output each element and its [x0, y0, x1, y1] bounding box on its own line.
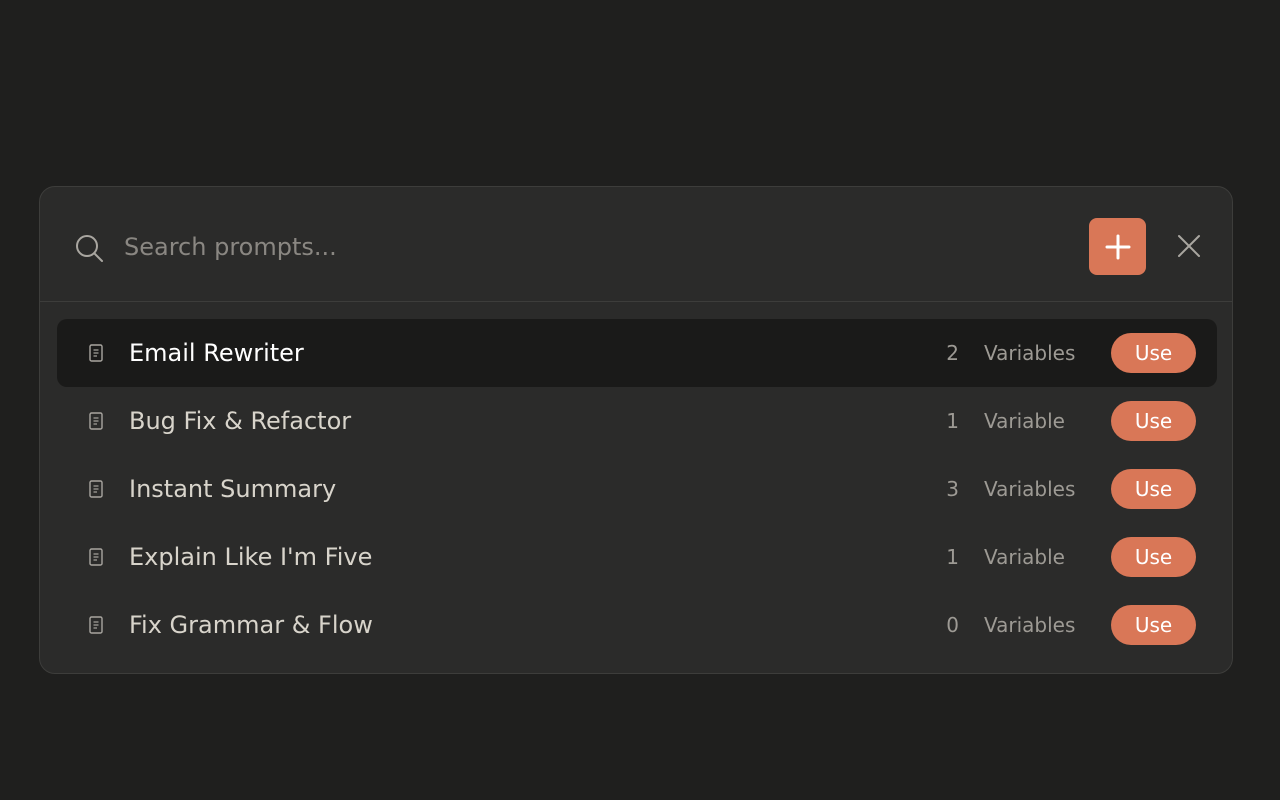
document-icon — [89, 480, 103, 498]
search-input[interactable] — [124, 227, 1024, 267]
prompt-row-email-rewriter[interactable]: Email Rewriter 2 Variables Use — [57, 319, 1217, 387]
search-bar — [40, 187, 1232, 302]
prompt-row-bug-fix-refactor[interactable]: Bug Fix & Refactor 1 Variable Use — [57, 387, 1217, 455]
variable-count: 2 — [946, 341, 959, 365]
add-prompt-button[interactable] — [1089, 218, 1146, 275]
document-icon — [89, 616, 103, 634]
variable-count: 1 — [946, 545, 959, 569]
prompt-list: Email Rewriter 2 Variables Use Bug Fix &… — [57, 319, 1217, 659]
close-button[interactable] — [1174, 231, 1204, 261]
prompt-title: Bug Fix & Refactor — [129, 407, 352, 435]
use-button[interactable]: Use — [1111, 469, 1196, 509]
prompt-title: Instant Summary — [129, 475, 337, 503]
prompt-palette: Email Rewriter 2 Variables Use Bug Fix &… — [39, 186, 1233, 674]
use-button[interactable]: Use — [1111, 537, 1196, 577]
document-icon — [89, 548, 103, 566]
prompt-title: Explain Like I'm Five — [129, 543, 373, 571]
prompt-row-explain-like-im-five[interactable]: Explain Like I'm Five 1 Variable Use — [57, 523, 1217, 591]
prompt-row-instant-summary[interactable]: Instant Summary 3 Variables Use — [57, 455, 1217, 523]
use-button[interactable]: Use — [1111, 333, 1196, 373]
prompt-title: Fix Grammar & Flow — [129, 611, 373, 639]
variable-count: 0 — [946, 613, 959, 637]
document-icon — [89, 344, 103, 362]
close-icon — [1178, 235, 1200, 257]
variable-label: Variables — [984, 613, 1076, 637]
use-button[interactable]: Use — [1111, 401, 1196, 441]
variable-count: 1 — [946, 409, 959, 433]
plus-icon — [1105, 234, 1130, 259]
variable-label: Variable — [984, 545, 1065, 569]
variable-count: 3 — [946, 477, 959, 501]
prompt-row-fix-grammar-flow[interactable]: Fix Grammar & Flow 0 Variables Use — [57, 591, 1217, 659]
use-button[interactable]: Use — [1111, 605, 1196, 645]
variable-label: Variable — [984, 409, 1065, 433]
variable-label: Variables — [984, 341, 1076, 365]
search-icon — [76, 235, 103, 262]
document-icon — [89, 412, 103, 430]
variable-label: Variables — [984, 477, 1076, 501]
prompt-title: Email Rewriter — [129, 339, 304, 367]
